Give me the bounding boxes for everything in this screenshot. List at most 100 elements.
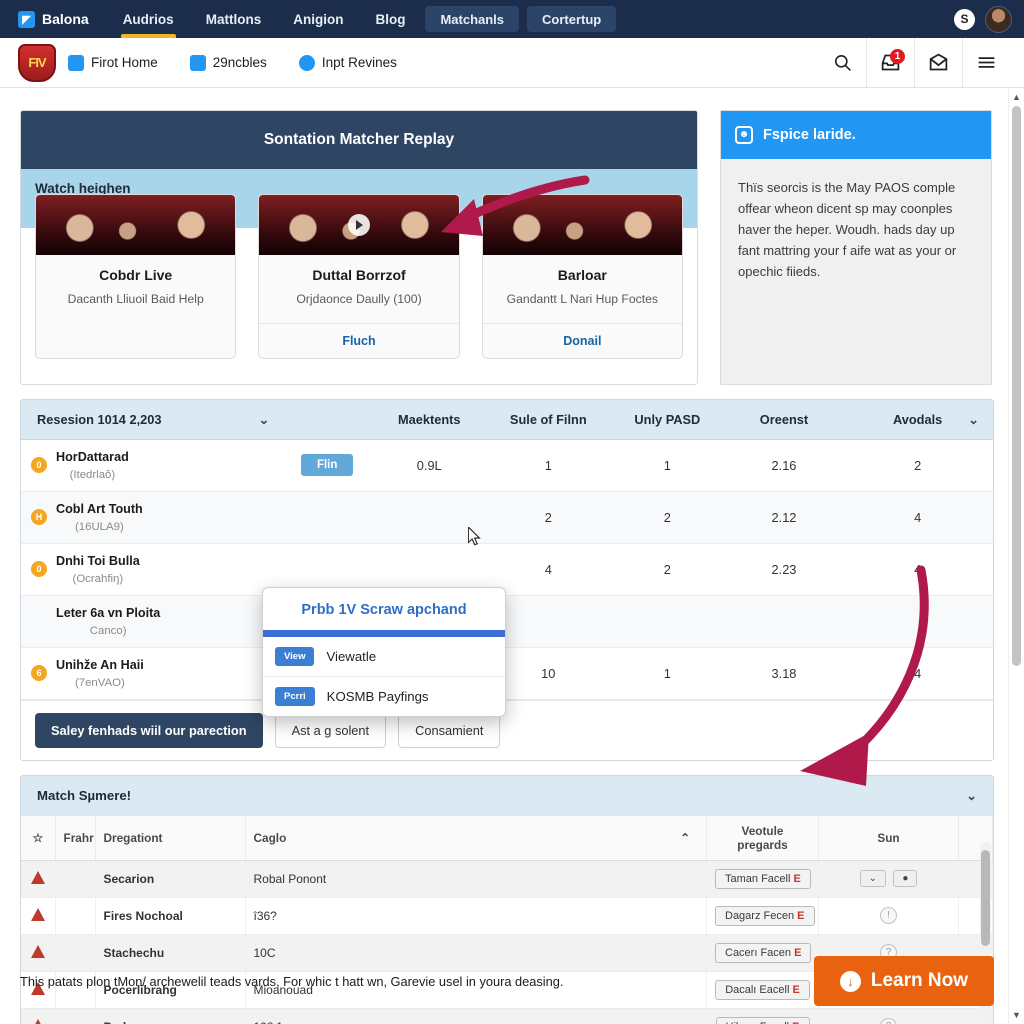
subnav-item-inpt-revines[interactable]: Inpt Revines	[298, 54, 415, 71]
cell-caglo: 108ι1	[245, 1008, 707, 1024]
secondary-navbar: FIV Firot Home 29ncbles Inpt Revines 1	[0, 37, 1024, 88]
column-header-oreenst[interactable]: Oreenst	[725, 400, 843, 440]
card-link[interactable]	[36, 338, 235, 358]
row-action-cell	[283, 491, 371, 544]
nav-item-mattlons[interactable]: Mattlons	[190, 0, 278, 38]
page-scrollbar[interactable]: ▲ ▼	[1008, 88, 1024, 1024]
chevron-down-icon[interactable]: ⌄	[859, 870, 886, 888]
nav-pill-matchanls[interactable]: Matchanls	[425, 6, 520, 32]
chevron-down-icon[interactable]: ⌄	[259, 412, 270, 428]
info-panel-body: Thїs seorcis is the May PAOS comple offe…	[738, 180, 957, 280]
table-row[interactable]: Secarion Robal Ponont Taman Facell E ⌄ ●	[21, 860, 993, 898]
nav-pill-cortertup[interactable]: Cortertup	[527, 6, 617, 32]
cell-avodals: 4	[842, 647, 993, 700]
cell-frahr	[55, 1008, 96, 1024]
coin-icon[interactable]: S	[954, 8, 975, 30]
column-header-frahr[interactable]: Frahr	[55, 815, 96, 861]
hamburger-menu-icon[interactable]	[962, 37, 1010, 88]
nav-item-blog[interactable]: Blog	[359, 0, 421, 38]
chevron-up-icon[interactable]: ⌃	[680, 831, 690, 845]
table-row[interactable]: 0 HorDattarad (Itedrlaŏ) Flin 0.9L 1 1 2…	[21, 439, 993, 492]
nav-label: Mattlons	[205, 11, 262, 27]
pregards-button[interactable]: Dagarz Fecen E	[715, 905, 815, 926]
popup-item-kosmb-payfings[interactable]: Pcrri KOSMB Payfings	[263, 676, 505, 716]
table-row[interactable]: Leter 6a vn Ploita Canco)	[21, 595, 993, 648]
cell-maektents: 0.9L	[370, 439, 488, 492]
card-description: Orjdaonce Daully (100)	[296, 292, 422, 306]
hero-card[interactable]: Duttal Borrzof Orjdaonce Daully (100) Fl…	[258, 194, 460, 359]
column-header-avodals[interactable]: Avodals ⌄	[842, 400, 993, 440]
table-row[interactable]: Fires Nochoal î36? Dagarz Fecen E !	[21, 897, 993, 935]
row-subname: (Itedrlaŏ)	[69, 468, 116, 481]
primary-action-button[interactable]: Saley fenhads wiil our parection	[35, 712, 263, 748]
flame-logo-icon: ◤	[18, 10, 35, 28]
tertiary-action-button[interactable]: Consamient	[398, 712, 501, 748]
nav-item-anigion[interactable]: Anigion	[277, 0, 359, 38]
cell-pasd: 2	[609, 543, 726, 596]
row-name-cell: Leter 6a vn Ploita Canco)	[21, 595, 284, 648]
avatar[interactable]	[985, 5, 1012, 33]
hero-card[interactable]: Barloar Gandantt L Nari Hup Foctes Donai…	[481, 194, 683, 359]
column-header-sun[interactable]: Sun	[818, 815, 959, 861]
cell-dregationt: Secarion	[95, 860, 246, 898]
notification-badge: 1	[890, 48, 905, 64]
column-header-dregationt[interactable]: Dregationt	[95, 815, 246, 861]
nav-item-audrios[interactable]: Audrios	[107, 0, 190, 38]
subnav-item-29ncbles[interactable]: 29ncbles	[189, 54, 285, 71]
popup-item-viewatle[interactable]: View Viewatle	[263, 637, 505, 676]
table-row[interactable]: H Cobl Art Touth (16ULA9) 2 2 2.12 4	[21, 491, 993, 544]
pregards-button[interactable]: Taman Facell E	[715, 868, 811, 889]
cell-oreenst: 2.23	[725, 543, 843, 596]
row-name-cell: 6 Unihže An Haii (7enVAO)	[21, 647, 284, 700]
column-header-veotule-pregards[interactable]: Veotule pregards	[706, 815, 819, 861]
page-scrollbar-thumb[interactable]	[1012, 106, 1021, 666]
subnav-item-firot-home[interactable]: Firot Home	[68, 54, 176, 71]
chevron-down-icon[interactable]: ⌄	[966, 788, 977, 804]
card-body: Duttal Borrzof Orjdaonce Daully (100)	[259, 255, 458, 323]
match-panel-header[interactable]: Match Sµmere! ⌄	[21, 775, 993, 816]
inbox-icon[interactable]: 1	[866, 37, 914, 88]
scroll-up-icon[interactable]: ▲	[1009, 90, 1024, 104]
table-row[interactable]: Parkers 108ι1 Hiloan Facell E ?	[21, 1008, 993, 1024]
dot-icon[interactable]: ●	[893, 870, 918, 888]
popup-item-label: Viewatle	[326, 649, 377, 664]
nav-pill-label: Cortertup	[542, 11, 602, 27]
flag-icon-cell	[21, 860, 56, 898]
grid-header-row: ☆ Frahr Dregationt Caglo ⌃ Veotule prega…	[21, 815, 993, 861]
card-link[interactable]: Donail	[482, 322, 682, 358]
row-name: Cobl Art Touth	[56, 501, 143, 516]
column-header-unly-pasd[interactable]: Unly PASD	[609, 400, 726, 440]
envelope-icon[interactable]	[914, 37, 962, 88]
context-popup[interactable]: Prbb 1V Scraw apchand View Viewatle Pcrr…	[262, 587, 506, 717]
scroll-down-icon[interactable]: ▼	[1009, 1008, 1024, 1022]
brand-logo[interactable]: ◤ Balona	[14, 0, 107, 38]
row-action-button[interactable]: Flin	[300, 454, 354, 477]
star-icon[interactable]: ☆	[21, 815, 56, 861]
chevron-down-icon[interactable]: ⌄	[968, 412, 979, 428]
rank-badge-icon: H	[31, 509, 47, 526]
primary-navbar: ◤ Balona Audrios Mattlons Anigion Blog M…	[0, 0, 1024, 38]
table-row[interactable]: 6 Unihže An Haii (7enVAO) Vlio 1.SL 10	[21, 647, 993, 700]
pregards-button[interactable]: Hiloan Facell E	[715, 1016, 810, 1024]
card-link[interactable]: Fluch	[259, 322, 459, 358]
card-title: Barloar	[557, 267, 607, 283]
match-panel-title: Match Sµmere!	[37, 788, 132, 804]
cell-oreenst: 2.12	[725, 491, 843, 544]
learn-now-button[interactable]: ↓ Learn Now	[813, 956, 994, 1006]
search-icon[interactable]	[818, 38, 866, 88]
status-icon[interactable]: !	[880, 907, 897, 925]
hero-card[interactable]: Cobdr Live Dacanth Lliuoil Baid Help	[35, 194, 237, 359]
column-header-caglo[interactable]: Caglo ⌃	[245, 815, 707, 861]
status-icon[interactable]: ?	[880, 1018, 897, 1024]
table-row[interactable]: 0 Dnhi Toi Bulla (Ocrahfiŋ) 4 2 2.23 4	[21, 543, 993, 596]
hero-card-list: Cobdr Live Dacanth Lliuoil Baid Help Dut…	[21, 194, 697, 359]
secondary-action-button[interactable]: Ast a g solent	[274, 712, 387, 748]
column-header-resesion[interactable]: Resesion 1014 2,203 ⌄	[21, 400, 284, 440]
navbar-right-cluster: S	[954, 0, 1024, 38]
column-header-maektents[interactable]: Maektents	[370, 400, 488, 440]
grid-scrollbar-thumb[interactable]	[981, 849, 990, 946]
cell-pasd	[609, 595, 726, 648]
site-logo-badge[interactable]: FIV	[18, 43, 56, 82]
play-button-icon[interactable]	[347, 214, 370, 236]
column-header-sule-of-filnn[interactable]: Sule of Filnn	[487, 400, 610, 440]
